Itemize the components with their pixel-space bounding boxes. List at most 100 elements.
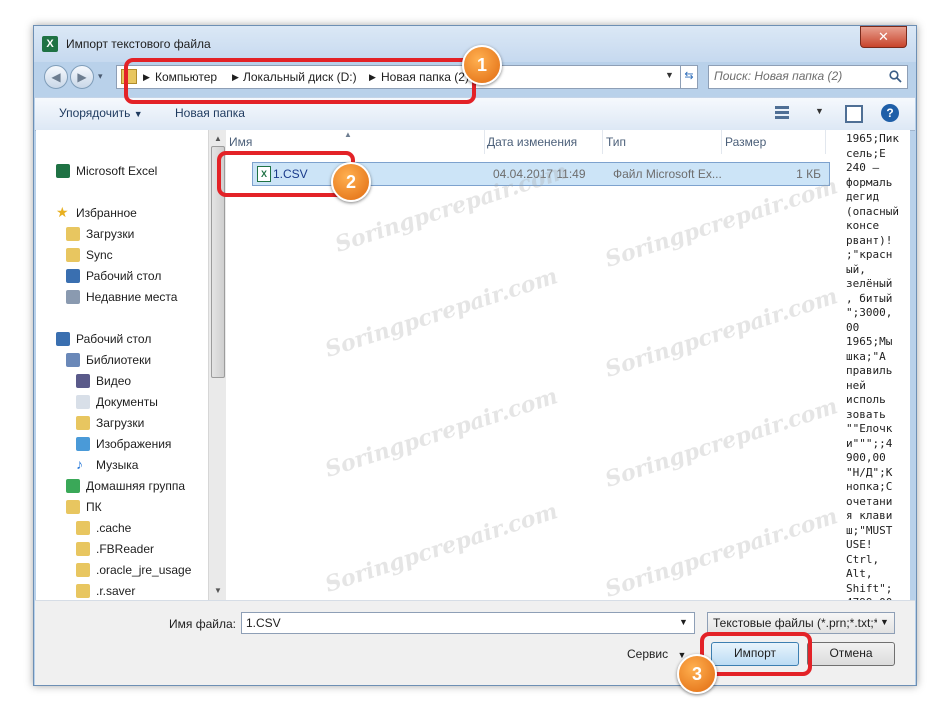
sidebar-item[interactable]: ★ Избранное — [36, 203, 208, 224]
preview-line: и""";;4 — [846, 436, 893, 450]
sidebar-item-label: Библиотеки — [86, 353, 152, 367]
sidebar-item[interactable]: Библиотеки — [36, 350, 208, 371]
sidebar-item[interactable]: Microsoft Excel — [36, 161, 208, 182]
sidebar-item[interactable]: Изображения — [36, 434, 208, 455]
back-arrow-icon[interactable]: ◀ — [44, 65, 68, 89]
sidebar-item-label: .r.saver — [96, 584, 136, 598]
library-icon — [66, 353, 80, 367]
preview-line: консе — [846, 219, 880, 232]
preview-line: ;"красн — [846, 248, 893, 261]
sidebar-item-label: Microsoft Excel — [76, 164, 158, 178]
sidebar-item[interactable]: Sync — [36, 245, 208, 266]
service-label: Сервис — [627, 647, 669, 661]
sidebar-item-label: Избранное — [76, 206, 137, 220]
filename-dropdown-icon[interactable]: ▼ — [679, 617, 688, 627]
sidebar-item[interactable]: Видео — [36, 371, 208, 392]
preview-line: очетани — [846, 494, 893, 508]
view-options-icon[interactable] — [775, 106, 791, 120]
help-icon[interactable]: ? — [881, 104, 899, 122]
sidebar-item[interactable]: Загрузки — [36, 224, 208, 245]
preview-line: ";3000, — [846, 306, 893, 319]
step-badge-3: 3 — [677, 654, 717, 694]
preview-line: 00 — [846, 320, 860, 334]
filename-input[interactable]: 1.CSV ▼ — [241, 612, 695, 634]
refresh-icon[interactable]: ⇆ — [680, 66, 697, 88]
folder-icon — [66, 248, 80, 262]
sidebar-item[interactable]: Недавние места — [36, 287, 208, 308]
recent-icon — [66, 290, 80, 304]
sidebar-item-label: Рабочий стол — [86, 269, 162, 283]
sidebar-item[interactable]: Домашняя группа — [36, 476, 208, 497]
sidebar-item[interactable]: .FBReader — [36, 539, 208, 560]
preview-line: Alt, — [846, 567, 873, 580]
preview-line: сель;Е — [846, 146, 886, 160]
search-input[interactable]: Поиск: Новая папка (2) — [708, 65, 908, 89]
sidebar-item-label: .FBReader — [96, 542, 155, 556]
organize-button[interactable]: Упорядочить ▼ — [59, 106, 143, 120]
folder-icon — [76, 563, 90, 577]
sidebar-item-label: Музыка — [96, 458, 139, 472]
step-badge-1: 1 — [462, 45, 502, 85]
sidebar-item[interactable]: .cache — [36, 518, 208, 539]
chevron-down-icon: ▼ — [133, 109, 143, 119]
step-badge-2: 2 — [331, 162, 371, 202]
sidebar-item[interactable]: Рабочий стол — [36, 266, 208, 287]
preview-line: я клави — [846, 509, 893, 522]
sidebar-item[interactable]: ПК — [36, 497, 208, 518]
preview-line: 1965;Пик — [846, 132, 899, 145]
sidebar-item[interactable]: Загрузки — [36, 413, 208, 434]
file-type: Файл Microsoft Ex... — [613, 167, 722, 181]
preview-line: правиль — [846, 364, 893, 377]
recent-pages-chevron-icon[interactable]: ▾ — [98, 71, 103, 82]
column-type[interactable]: Тип — [603, 130, 722, 154]
sidebar-item[interactable]: .r.saver — [36, 581, 208, 602]
sidebar-item[interactable]: ♪ Музыка — [36, 455, 208, 476]
desktop-icon — [66, 269, 80, 283]
sidebar-item[interactable]: .oracle_jre_usage — [36, 560, 208, 581]
cancel-button[interactable]: Отмена — [807, 642, 895, 666]
address-dropdown-icon[interactable]: ▼ — [665, 70, 674, 80]
sidebar-item[interactable]: Документы — [36, 392, 208, 413]
column-date-modified[interactable]: Дата изменения — [484, 130, 603, 154]
view-dropdown-icon[interactable]: ▼ — [815, 106, 824, 116]
new-folder-button[interactable]: Новая папка — [175, 106, 245, 120]
sidebar-item-label: .cache — [96, 521, 132, 535]
sidebar-item-label: Загрузки — [86, 227, 135, 241]
sidebar-item[interactable]: Рабочий стол — [36, 329, 208, 350]
organize-label: Упорядочить — [59, 106, 131, 120]
file-list: ▲ Имя Дата изменения Тип Размер X 1.CSV … — [226, 130, 838, 600]
preview-line: формаль — [846, 175, 893, 189]
forward-arrow-icon[interactable]: ▶ — [70, 65, 94, 89]
filetype-dropdown-icon[interactable]: ▼ — [880, 617, 889, 627]
filename-label: Имя файла: — [169, 617, 236, 631]
desktop-icon — [56, 332, 70, 346]
window-title: Импорт текстового файла — [66, 37, 211, 51]
search-icon[interactable] — [889, 70, 902, 83]
folder-icon — [66, 227, 80, 241]
filename-value: 1.CSV — [246, 616, 281, 630]
column-size[interactable]: Размер — [722, 130, 826, 154]
preview-pane-icon[interactable] — [845, 105, 863, 123]
scroll-up-icon[interactable]: ▲ — [214, 134, 222, 143]
file-size: 1 КБ — [796, 167, 821, 181]
preview-line: 900,00 — [846, 451, 886, 464]
navigation-scrollbar[interactable]: ▲ ▼ — [208, 130, 226, 600]
close-button[interactable]: ✕ — [860, 26, 907, 48]
video-icon — [76, 374, 90, 388]
sidebar-item-label: Изображения — [96, 437, 172, 451]
filetype-select[interactable]: Текстовые файлы (*.prn;*.txt;* ▼ — [707, 612, 895, 634]
preview-line: исполь — [846, 393, 886, 406]
preview-line: нопка;С — [846, 480, 893, 493]
sidebar-item-label: Sync — [86, 248, 113, 262]
sidebar-item-label: Домашняя группа — [86, 479, 186, 493]
preview-line: USE! — [846, 538, 873, 551]
scroll-down-icon[interactable]: ▼ — [214, 586, 222, 595]
preview-line: 240 – — [846, 161, 880, 174]
preview-line: ый, — [846, 262, 866, 276]
folder-icon — [76, 416, 90, 430]
service-button[interactable]: Сервис ▼ — [627, 647, 686, 661]
preview-line: ней — [846, 378, 866, 392]
search-placeholder: Поиск: Новая папка (2) — [714, 69, 843, 83]
highlight-import-button — [700, 632, 812, 676]
homegroup-icon — [66, 479, 80, 493]
